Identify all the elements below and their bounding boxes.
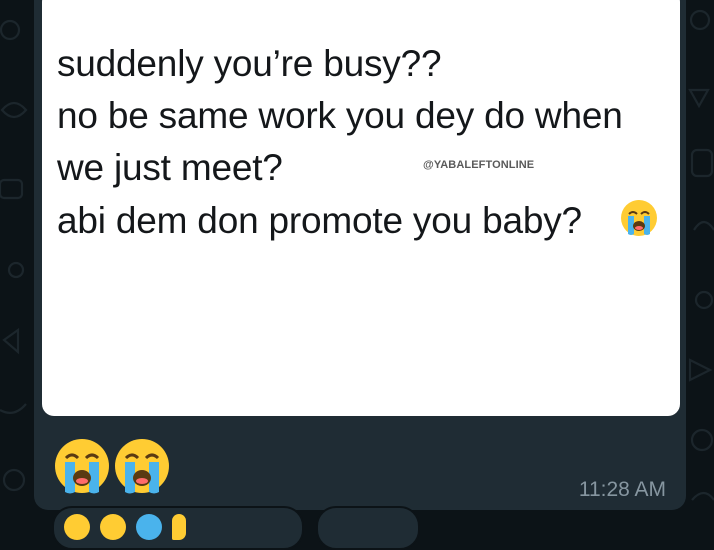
crying-face-icon	[621, 200, 657, 236]
tweet-line-4: abi dem don promote you baby?	[57, 200, 582, 241]
tweet-screenshot-image[interactable]: suddenly you’re busy?? no be same work y…	[42, 0, 680, 416]
tweet-line-1: suddenly you’re busy??	[57, 43, 442, 84]
tweet-line-3: we just meet?	[57, 147, 283, 188]
crying-face-icon	[55, 439, 109, 494]
reaction-pill[interactable]	[316, 506, 420, 550]
tweet-line-2: no be same work you dey do when	[57, 95, 623, 136]
crying-face-icon	[115, 439, 169, 494]
watermark-handle: @YABALEFTONLINE	[423, 159, 535, 171]
message-timestamp: 11:28 AM	[578, 478, 666, 501]
message-caption	[52, 436, 172, 496]
reaction-pill[interactable]	[52, 506, 304, 550]
reactions-bar[interactable]	[52, 506, 422, 550]
